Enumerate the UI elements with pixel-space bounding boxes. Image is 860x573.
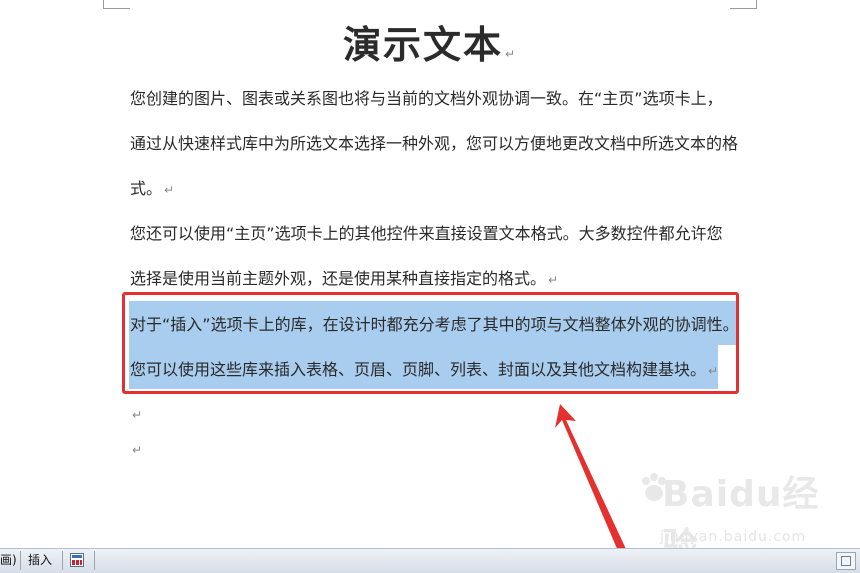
macro-record-icon[interactable]: [70, 553, 84, 567]
watermark-url: jingyan.baidu.com: [660, 529, 807, 545]
baidu-watermark: Baidu经验 jingyan.baidu.com: [640, 465, 840, 567]
document-page[interactable]: 演示文本 ↵ 您创建的图片、图表或关系图也将与当前的文档外观协调一致。在“主页”选…: [0, 0, 860, 567]
status-separator: [62, 551, 63, 570]
insert-mode-toggle[interactable]: 插入: [28, 551, 52, 570]
status-separator: [94, 551, 95, 570]
status-separator: [20, 551, 21, 570]
status-fragment[interactable]: 画): [0, 551, 17, 570]
status-bar: 画) 插入: [0, 548, 860, 573]
view-layout-icon[interactable]: [836, 552, 856, 570]
